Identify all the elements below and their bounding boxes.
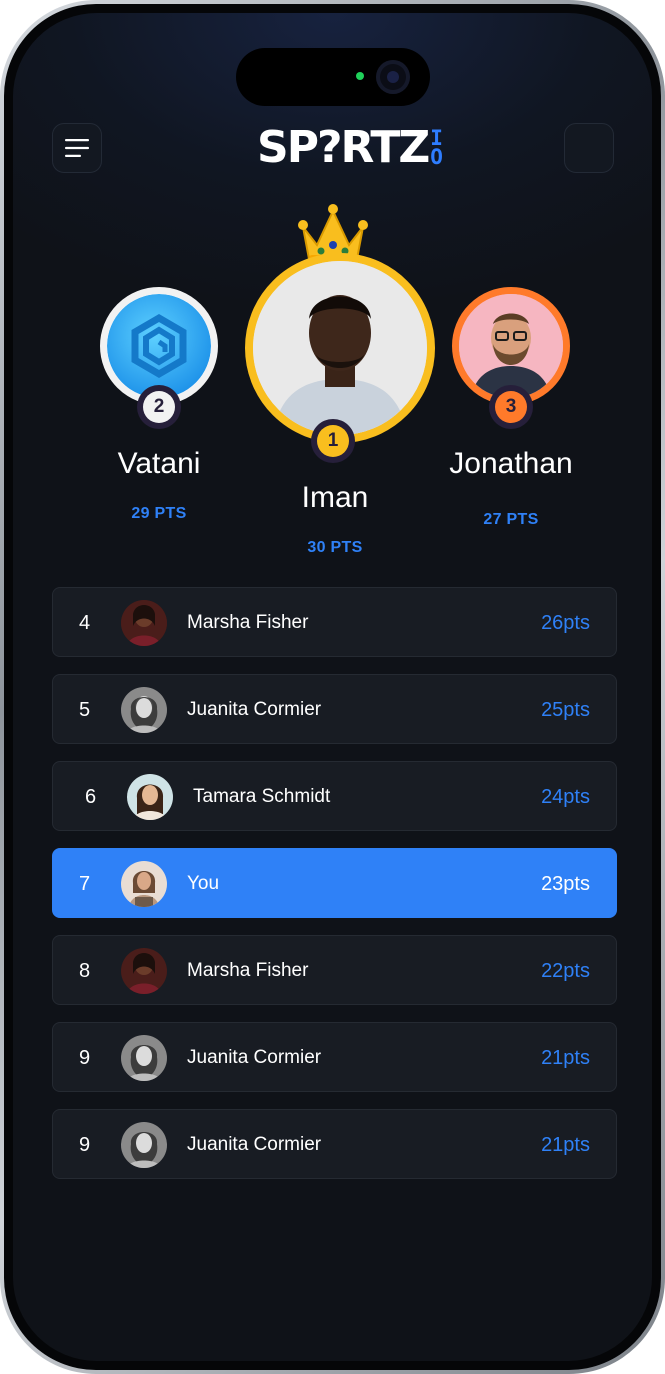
phone-frame: SP?RTZ I O 2 Vatani 29 PTS 1 Iman 30 PTS… bbox=[0, 0, 665, 1374]
first-place-avatar[interactable] bbox=[245, 253, 435, 443]
leaderboard-row-current-user[interactable]: 7 You 23pts bbox=[52, 848, 617, 918]
row-name: Juanita Cormier bbox=[187, 1134, 322, 1155]
row-points: 26pts bbox=[541, 612, 590, 634]
row-rank: 5 bbox=[79, 699, 91, 721]
row-name: You bbox=[187, 873, 220, 894]
leaderboard-row[interactable]: 4 Marsha Fisher 26pts bbox=[52, 587, 617, 657]
row-points: 25pts bbox=[541, 699, 590, 721]
row-rank: 6 bbox=[85, 786, 97, 808]
row-name: Juanita Cormier bbox=[187, 1047, 322, 1068]
third-place-badge: 3 bbox=[489, 385, 533, 429]
avatar bbox=[121, 861, 167, 907]
first-place-badge: 1 bbox=[311, 419, 355, 463]
third-place-points: 27 PTS bbox=[483, 511, 539, 528]
row-name: Marsha Fisher bbox=[187, 960, 309, 981]
rank-number: 2 bbox=[143, 391, 175, 423]
row-points: 21pts bbox=[541, 1134, 590, 1156]
logo-io: I O bbox=[430, 128, 443, 169]
row-rank: 9 bbox=[79, 1047, 91, 1069]
second-place-points: 29 PTS bbox=[131, 505, 187, 522]
row-rank: 8 bbox=[79, 960, 91, 982]
second-place-name: Vatani bbox=[117, 447, 201, 480]
leaderboard-row[interactable]: 9 Juanita Cormier 21pts bbox=[52, 1109, 617, 1179]
logo-wordmark: SP?RTZ bbox=[257, 122, 430, 173]
first-place-points: 30 PTS bbox=[307, 539, 363, 556]
dynamic-island bbox=[236, 48, 430, 106]
row-points: 23pts bbox=[541, 873, 590, 895]
avatar bbox=[121, 948, 167, 994]
phone-bezel: SP?RTZ I O 2 Vatani 29 PTS 1 Iman 30 PTS… bbox=[4, 4, 661, 1370]
app-logo: SP?RTZ I O bbox=[257, 123, 443, 173]
leaderboard-row[interactable]: 8 Marsha Fisher 22pts bbox=[52, 935, 617, 1005]
row-name: Marsha Fisher bbox=[187, 612, 309, 633]
avatar bbox=[121, 1122, 167, 1168]
leaderboard-row[interactable]: 9 Juanita Cormier 21pts bbox=[52, 1022, 617, 1092]
avatar bbox=[121, 600, 167, 646]
first-place-name: Iman bbox=[301, 481, 369, 514]
row-rank: 4 bbox=[79, 612, 91, 634]
leaderboard-row[interactable]: 5 Juanita Cormier 25pts bbox=[52, 674, 617, 744]
app-screen: SP?RTZ I O 2 Vatani 29 PTS 1 Iman 30 PTS… bbox=[13, 13, 652, 1361]
row-points: 21pts bbox=[541, 1047, 590, 1069]
third-place-name: Jonathan bbox=[449, 447, 573, 480]
row-rank: 7 bbox=[79, 873, 91, 895]
second-place-badge: 2 bbox=[137, 385, 181, 429]
rank-number: 1 bbox=[317, 425, 349, 457]
row-points: 22pts bbox=[541, 960, 590, 982]
hexagon-logo-icon bbox=[107, 294, 211, 398]
hamburger-menu-icon bbox=[65, 139, 89, 157]
avatar bbox=[121, 1035, 167, 1081]
camera-indicator-icon bbox=[356, 72, 364, 80]
avatar bbox=[121, 687, 167, 733]
row-points: 24pts bbox=[541, 786, 590, 808]
person-photo-icon bbox=[459, 294, 563, 398]
row-name: Tamara Schmidt bbox=[193, 786, 331, 807]
leaderboard-row[interactable]: 6 Tamara Schmidt 24pts bbox=[52, 761, 617, 831]
menu-button[interactable] bbox=[52, 123, 102, 173]
front-camera-icon bbox=[376, 60, 410, 94]
row-rank: 9 bbox=[79, 1134, 91, 1156]
logo-io-bottom: O bbox=[430, 145, 443, 169]
row-name: Juanita Cormier bbox=[187, 699, 322, 720]
rank-number: 3 bbox=[495, 391, 527, 423]
header-right-button[interactable] bbox=[564, 123, 614, 173]
person-photo-icon bbox=[253, 261, 427, 435]
avatar bbox=[127, 774, 173, 820]
